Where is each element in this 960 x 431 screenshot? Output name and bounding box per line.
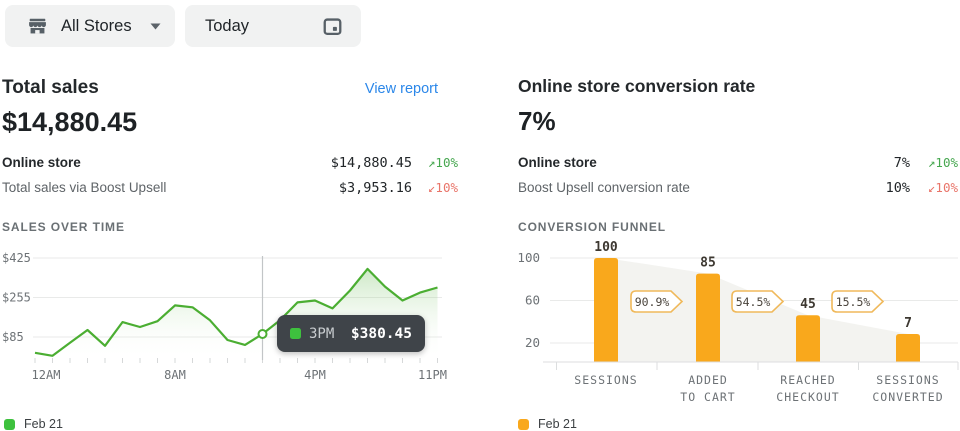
x-axis-label: 4PM xyxy=(304,368,326,382)
metric-value: $3,953.16 xyxy=(292,180,412,196)
conversion-rate-label: 15.5% xyxy=(836,295,871,309)
tooltip-series-swatch xyxy=(290,328,301,339)
metric-value: 7% xyxy=(840,155,910,171)
conversion-rate-label: 90.9% xyxy=(635,295,670,309)
funnel-category-label: CHECKOUT xyxy=(776,390,839,404)
metric-label: Online store xyxy=(518,155,840,170)
metric-row-boost-upsell-sales: Total sales via Boost Upsell $3,953.16 ↙… xyxy=(2,175,458,200)
total-sales-amount: $14,880.45 xyxy=(2,107,137,138)
metric-delta: ↙10% xyxy=(412,180,458,195)
legend-label: Feb 21 xyxy=(24,417,63,431)
metric-delta: ↙10% xyxy=(910,180,958,195)
funnel-chart-legend: Feb 21 xyxy=(518,417,577,431)
x-axis-label: 11PM xyxy=(418,368,447,382)
x-axis-label: 8AM xyxy=(164,368,186,382)
chevron-down-icon xyxy=(150,23,161,30)
metric-label: Total sales via Boost Upsell xyxy=(2,180,292,195)
bar-value-label: 7 xyxy=(904,316,912,331)
funnel-category-label: SESSIONS xyxy=(876,373,939,387)
funnel-category-label: CONVERTED xyxy=(872,390,943,404)
metric-delta: ↗10% xyxy=(910,155,958,170)
metric-label: Online store xyxy=(2,155,292,170)
y-axis-label: $425 xyxy=(2,251,31,265)
legend-swatch-green xyxy=(4,419,15,430)
calendar-icon xyxy=(322,16,343,37)
total-sales-metrics: Online store $14,880.45 ↗10% Total sales… xyxy=(2,150,458,200)
y-axis-label: 100 xyxy=(517,250,540,265)
date-selector-button[interactable]: Today xyxy=(185,5,361,47)
legend-label: Feb 21 xyxy=(538,417,577,431)
funnel-category-label: ADDED xyxy=(688,373,728,387)
y-axis-label: $255 xyxy=(2,291,31,305)
total-sales-title: Total sales xyxy=(2,77,99,99)
conversion-funnel-chart[interactable]: 100 60 20 100 85 45 7 90.9% 54.5% 15.5% SESSIONS AD… xyxy=(505,240,960,408)
metric-row-online-store-rate: Online store 7% ↗10% xyxy=(518,150,958,175)
conversion-amount: 7% xyxy=(518,106,556,137)
metric-value: 10% xyxy=(840,180,910,196)
view-report-link[interactable]: View report xyxy=(365,81,438,97)
bar-value-label: 45 xyxy=(800,297,816,312)
conversion-metrics: Online store 7% ↗10% Boost Upsell conver… xyxy=(518,150,958,200)
store-selector-button[interactable]: All Stores xyxy=(5,5,175,47)
top-bar: All Stores Today xyxy=(0,0,960,56)
conversion-title: Online store conversion rate xyxy=(518,76,755,97)
sales-over-time-heading: SALES OVER TIME xyxy=(2,220,125,234)
funnel-bar[interactable] xyxy=(796,315,820,362)
metric-delta: ↗10% xyxy=(412,155,458,170)
metric-row-boost-upsell-rate: Boost Upsell conversion rate 10% ↙10% xyxy=(518,175,958,200)
x-axis-label: 12AM xyxy=(32,368,61,382)
funnel-bar[interactable] xyxy=(696,274,720,362)
bar-value-label: 85 xyxy=(700,256,716,271)
conversion-funnel-heading: CONVERSION FUNNEL xyxy=(518,220,666,234)
tooltip-time: 3PM xyxy=(309,326,351,342)
store-selector-label: All Stores xyxy=(61,17,150,36)
conversion-rate-label: 54.5% xyxy=(736,295,771,309)
metric-value: $14,880.45 xyxy=(292,155,412,171)
funnel-bar[interactable] xyxy=(896,334,920,362)
metric-row-online-store: Online store $14,880.45 ↗10% xyxy=(2,150,458,175)
funnel-category-label: REACHED xyxy=(780,373,835,387)
funnel-category-label: TO CART xyxy=(680,390,735,404)
storefront-icon xyxy=(27,16,48,37)
bar-value-label: 100 xyxy=(594,240,618,255)
funnel-category-label: SESSIONS xyxy=(574,373,637,387)
tooltip-value: $380.45 xyxy=(351,326,412,342)
date-selector-label: Today xyxy=(205,17,322,36)
y-axis-label: 60 xyxy=(525,293,540,308)
funnel-bar[interactable] xyxy=(594,258,618,362)
metric-label: Boost Upsell conversion rate xyxy=(518,180,840,195)
y-axis-label: 20 xyxy=(525,335,540,350)
sales-chart-legend: Feb 21 xyxy=(4,417,63,431)
y-axis-label: $85 xyxy=(2,330,24,344)
legend-swatch-orange xyxy=(518,419,529,430)
sales-chart-tooltip: 3PM $380.45 xyxy=(277,315,425,352)
highlighted-point[interactable] xyxy=(259,330,267,338)
